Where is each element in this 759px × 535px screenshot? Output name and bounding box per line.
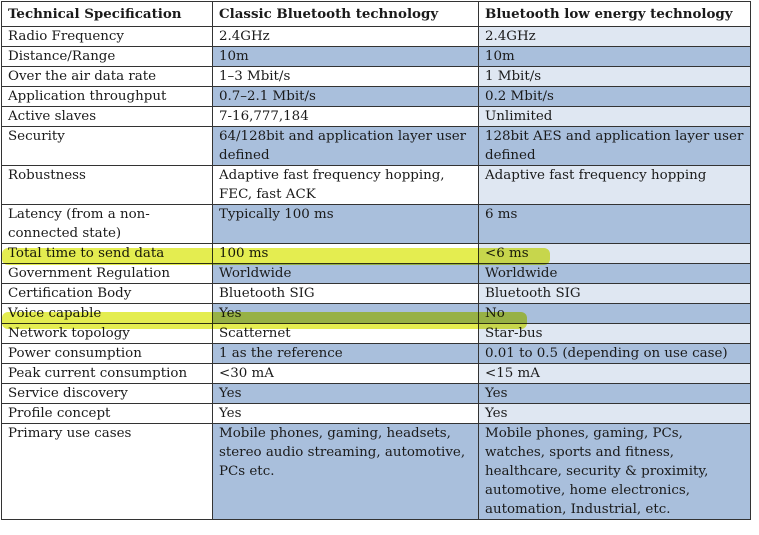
classic-cell: Worldwide	[212, 263, 479, 284]
table-row: Radio Frequency 2.4GHz 2.4GHz	[1, 26, 751, 47]
table-row: Peak current consumption <30 mA <15 mA	[1, 363, 751, 384]
spec-cell: Certification Body	[1, 283, 213, 304]
classic-cell: 64/128bit and application layer user def…	[212, 126, 479, 166]
spec-table-page: Technical Specification Classic Bluetoot…	[0, 0, 759, 535]
classic-cell: <30 mA	[212, 363, 479, 384]
table-row: Power consumption 1 as the reference 0.0…	[1, 343, 751, 364]
table-row: Over the air data rate 1–3 Mbit/s 1 Mbit…	[1, 66, 751, 87]
header-technical-specification: Technical Specification	[1, 1, 213, 27]
spec-cell: Distance/Range	[1, 46, 213, 67]
spec-cell: Security	[1, 126, 213, 166]
spec-cell: Radio Frequency	[1, 26, 213, 47]
classic-cell: 10m	[212, 46, 479, 67]
table-row: Primary use cases Mobile phones, gaming,…	[1, 423, 751, 520]
classic-cell: Yes	[212, 403, 479, 424]
spec-cell: Profile concept	[1, 403, 213, 424]
table-row: Distance/Range 10m 10m	[1, 46, 751, 67]
classic-cell-text: 64/128bit and application layer user def…	[219, 129, 467, 163]
spec-cell: Power consumption	[1, 343, 213, 364]
table-row: Profile concept Yes Yes	[1, 403, 751, 424]
le-cell: 2.4GHz	[478, 26, 751, 47]
table-header-row: Technical Specification Classic Bluetoot…	[1, 1, 751, 27]
table-row-highlighted: Total time to send data 100 ms <6 ms	[1, 243, 751, 264]
header-classic-bluetooth: Classic Bluetooth technology	[212, 1, 479, 27]
classic-cell: 7-16,777,184	[212, 106, 479, 127]
spec-cell: Service discovery	[1, 383, 213, 404]
classic-cell: Yes	[212, 303, 479, 324]
classic-cell: 1 as the reference	[212, 343, 479, 364]
spec-cell: Primary use cases	[1, 423, 213, 520]
classic-cell: Yes	[212, 383, 479, 404]
header-bluetooth-low-energy: Bluetooth low energy technology	[478, 1, 751, 27]
le-cell: 0.2 Mbit/s	[478, 86, 751, 107]
le-cell: 128bit AES and application layer user de…	[478, 126, 751, 166]
le-cell-text: Mobile phones, gaming, PCs, watches, spo…	[485, 426, 709, 517]
table-row: Latency (from a non-connected state) Typ…	[1, 204, 751, 244]
table-row: Certification Body Bluetooth SIG Bluetoo…	[1, 283, 751, 304]
classic-cell: 1–3 Mbit/s	[212, 66, 479, 87]
le-cell: 1 Mbit/s	[478, 66, 751, 87]
le-cell: Yes	[478, 383, 751, 404]
le-cell: <6 ms	[478, 243, 751, 264]
le-cell: Yes	[478, 403, 751, 424]
table-row: Network topology Scatternet Star-bus	[1, 323, 751, 344]
le-cell-text: 128bit AES and application layer user de…	[485, 129, 744, 163]
spec-cell: Total time to send data	[1, 243, 213, 264]
table-row: Application throughput 0.7–2.1 Mbit/s 0.…	[1, 86, 751, 107]
classic-cell: Bluetooth SIG	[212, 283, 479, 304]
spec-cell: Robustness	[1, 165, 213, 205]
spec-cell: Over the air data rate	[1, 66, 213, 87]
spec-cell: Active slaves	[1, 106, 213, 127]
classic-cell-text: Adaptive fast frequency hopping, FEC, fa…	[219, 168, 445, 202]
le-cell: Adaptive fast frequency hopping	[478, 165, 751, 205]
classic-cell: Adaptive fast frequency hopping, FEC, fa…	[212, 165, 479, 205]
table-row: Government Regulation Worldwide Worldwid…	[1, 263, 751, 284]
le-cell: Bluetooth SIG	[478, 283, 751, 304]
classic-cell-text: Mobile phones, gaming, headsets, stereo …	[219, 426, 466, 479]
spec-cell: Latency (from a non-connected state)	[1, 204, 213, 244]
le-cell: Worldwide	[478, 263, 751, 284]
spec-cell-text: Latency (from a non-connected state)	[8, 207, 150, 241]
table-row: Security 64/128bit and application layer…	[1, 126, 751, 166]
spec-cell: Voice capable	[1, 303, 213, 324]
le-cell: Unlimited	[478, 106, 751, 127]
le-cell: 6 ms	[478, 204, 751, 244]
le-cell: 10m	[478, 46, 751, 67]
classic-cell: Typically 100 ms	[212, 204, 479, 244]
spec-cell: Peak current consumption	[1, 363, 213, 384]
spec-cell: Application throughput	[1, 86, 213, 107]
le-cell: 0.01 to 0.5 (depending on use case)	[478, 343, 751, 364]
le-cell: No	[478, 303, 751, 324]
classic-cell: Mobile phones, gaming, headsets, stereo …	[212, 423, 479, 520]
table-row: Active slaves 7-16,777,184 Unlimited	[1, 106, 751, 127]
spec-cell: Government Regulation	[1, 263, 213, 284]
table-row: Service discovery Yes Yes	[1, 383, 751, 404]
table-row-highlighted: Voice capable Yes No	[1, 303, 751, 324]
le-cell: <15 mA	[478, 363, 751, 384]
classic-cell: 2.4GHz	[212, 26, 479, 47]
spec-cell: Network topology	[1, 323, 213, 344]
classic-cell: 0.7–2.1 Mbit/s	[212, 86, 479, 107]
classic-cell: Scatternet	[212, 323, 479, 344]
le-cell: Star-bus	[478, 323, 751, 344]
classic-cell: 100 ms	[212, 243, 479, 264]
bluetooth-comparison-table: Technical Specification Classic Bluetoot…	[1, 1, 751, 520]
table-row: Robustness Adaptive fast frequency hoppi…	[1, 165, 751, 205]
le-cell: Mobile phones, gaming, PCs, watches, spo…	[478, 423, 751, 520]
